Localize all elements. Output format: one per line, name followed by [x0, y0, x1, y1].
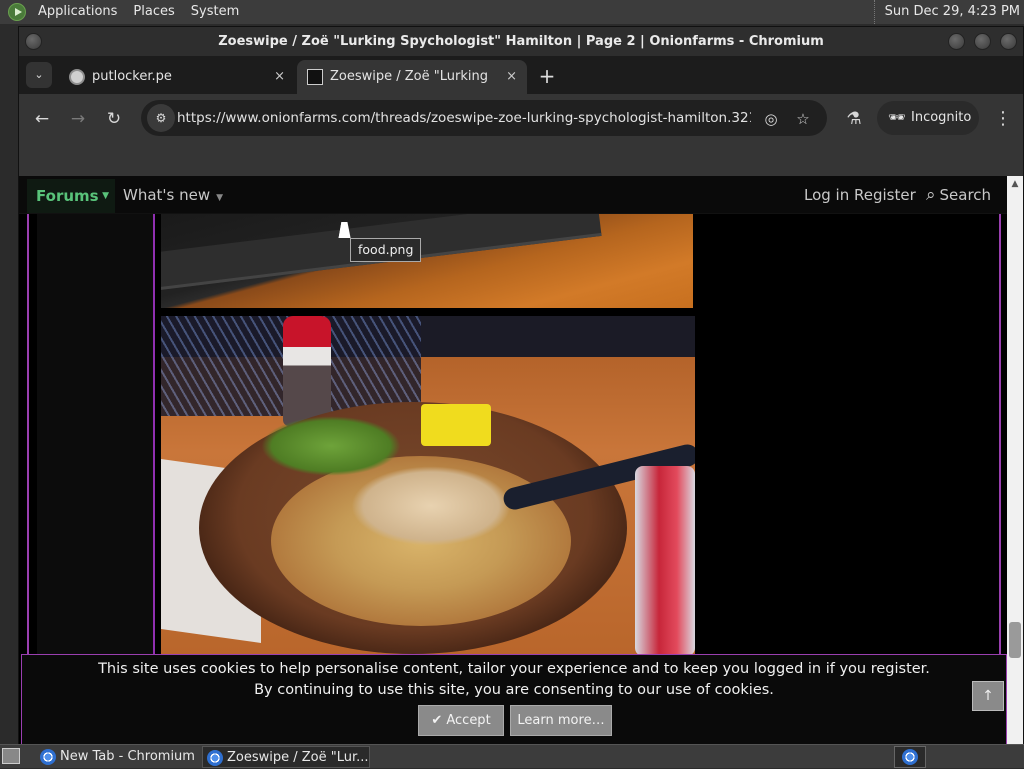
bookmarks-bar: [19, 142, 1023, 176]
back-button[interactable]: ←: [29, 106, 55, 132]
image-detail: [421, 404, 491, 446]
cookie-text-line1: This site uses cookies to help personali…: [98, 661, 930, 677]
tab-onionfarms-active[interactable]: Zoeswipe / Zoë "Lurking Spychologist" Ha…: [297, 60, 527, 94]
cookie-text-line2: By continuing to use this site, you are …: [254, 682, 774, 698]
image-detail: [635, 466, 695, 656]
address-bar[interactable]: ⚙ https://www.onionfarms.com/threads/zoe…: [141, 100, 827, 136]
incognito-label: Incognito: [911, 110, 972, 125]
labs-flask-icon[interactable]: ⚗: [841, 106, 867, 132]
tab-strip: ⌄ putlocker.pe × Zoeswipe / Zoë "Lurking…: [19, 56, 1023, 94]
system-menu[interactable]: System: [183, 0, 247, 24]
page-scrollbar[interactable]: ▲: [1007, 176, 1023, 745]
tray-chromium[interactable]: [894, 746, 926, 768]
chromium-icon: [40, 749, 56, 765]
search-icon: ⌕: [926, 185, 936, 205]
tab-search-button[interactable]: ⌄: [26, 62, 52, 88]
places-menu[interactable]: Places: [125, 0, 182, 24]
login-link[interactable]: Log in: [804, 176, 849, 214]
taskbar-item-onionfarms[interactable]: Zoeswipe / Zoë "Lur...: [202, 746, 370, 768]
globe-icon: [69, 69, 85, 85]
taskbar-item-label: Zoeswipe / Zoë "Lur...: [227, 750, 369, 765]
scroll-up-arrow-icon[interactable]: ▲: [1007, 176, 1023, 192]
close-window-button[interactable]: [1000, 33, 1017, 50]
eye-off-icon[interactable]: ◎: [761, 109, 781, 129]
window-menu-button[interactable]: [25, 33, 42, 50]
taskbar-item-label: New Tab - Chromium: [60, 749, 195, 764]
accept-cookies-button[interactable]: ✔ Accept: [418, 705, 504, 736]
cookie-notice: This site uses cookies to help personali…: [21, 654, 1007, 745]
nav-whats-new-label: What's new: [123, 186, 211, 204]
nav-whats-new[interactable]: What's new ▼: [123, 176, 223, 217]
system-menu-bar: Applications Places System: [0, 0, 247, 24]
bookmark-star-icon[interactable]: ☆: [793, 109, 813, 129]
image-detail: [283, 316, 331, 426]
reload-button[interactable]: ↻: [101, 106, 127, 132]
attached-image-food[interactable]: [161, 316, 695, 656]
chromium-icon: [902, 749, 918, 765]
window-titlebar[interactable]: Zoeswipe / Zoë "Lurking Spychologist" Ha…: [19, 27, 1023, 56]
chromium-icon: [207, 750, 223, 766]
register-link[interactable]: Register: [854, 176, 916, 214]
scroll-thumb[interactable]: [1009, 622, 1021, 658]
forward-button[interactable]: →: [65, 106, 91, 132]
window-title: Zoeswipe / Zoë "Lurking Spychologist" Ha…: [218, 34, 824, 49]
panel-clock[interactable]: Sun Dec 29, 4:23 PM: [873, 0, 1020, 24]
chevron-down-icon[interactable]: ▼: [216, 193, 223, 203]
back-to-top-button[interactable]: ↑: [972, 681, 1004, 711]
browser-menu-icon[interactable]: ⋮: [993, 106, 1013, 132]
taskbar-item-new-tab[interactable]: New Tab - Chromium: [36, 746, 200, 768]
nav-forums-label: Forums: [36, 187, 99, 205]
attached-image-top[interactable]: [161, 214, 693, 308]
tab-title: Zoeswipe / Zoë "Lurking Spychologist" Ha…: [330, 69, 490, 84]
minimize-button[interactable]: [948, 33, 965, 50]
browser-toolbar: ← → ↻ ⚙ https://www.onionfarms.com/threa…: [19, 94, 1023, 142]
system-top-panel: Applications Places System Sun Dec 29, 4…: [0, 0, 1024, 24]
bottom-taskbar: New Tab - Chromium Zoeswipe / Zoë "Lur..…: [0, 744, 1024, 768]
browser-window: Zoeswipe / Zoë "Lurking Spychologist" Ha…: [18, 26, 1024, 745]
forum-nav-bar: Forums ▼ What's new ▼ Log in Register ⌕ Se…: [19, 176, 1007, 214]
nav-forums-tab[interactable]: Forums ▼: [27, 179, 115, 213]
page-viewport: Forums ▼ What's new ▼ Log in Register ⌕ Se…: [19, 176, 1007, 745]
distro-logo-icon[interactable]: [8, 3, 26, 21]
image-tooltip: food.png: [350, 238, 422, 262]
chevron-down-icon[interactable]: ▼: [102, 179, 109, 213]
site-favicon-icon: [307, 69, 323, 85]
incognito-icon: 🕶: [888, 110, 906, 126]
image-detail: [261, 416, 401, 476]
image-detail: [351, 466, 511, 546]
search-link[interactable]: ⌕ Search: [926, 176, 991, 214]
tab-putlocker[interactable]: putlocker.pe ×: [59, 60, 295, 94]
applications-menu[interactable]: Applications: [30, 0, 125, 24]
tab-title: putlocker.pe: [92, 69, 172, 84]
incognito-indicator[interactable]: 🕶 Incognito: [877, 101, 979, 135]
show-desktop-icon[interactable]: [2, 748, 20, 764]
site-info-icon[interactable]: ⚙: [147, 104, 175, 132]
tab-close-icon[interactable]: ×: [274, 60, 285, 94]
search-label: Search: [939, 186, 992, 204]
tab-close-icon[interactable]: ×: [506, 60, 517, 94]
url-text[interactable]: https://www.onionfarms.com/threads/zoesw…: [177, 100, 751, 136]
maximize-button[interactable]: [974, 33, 991, 50]
new-tab-button[interactable]: +: [535, 65, 559, 89]
learn-more-button[interactable]: Learn more…: [510, 705, 612, 736]
